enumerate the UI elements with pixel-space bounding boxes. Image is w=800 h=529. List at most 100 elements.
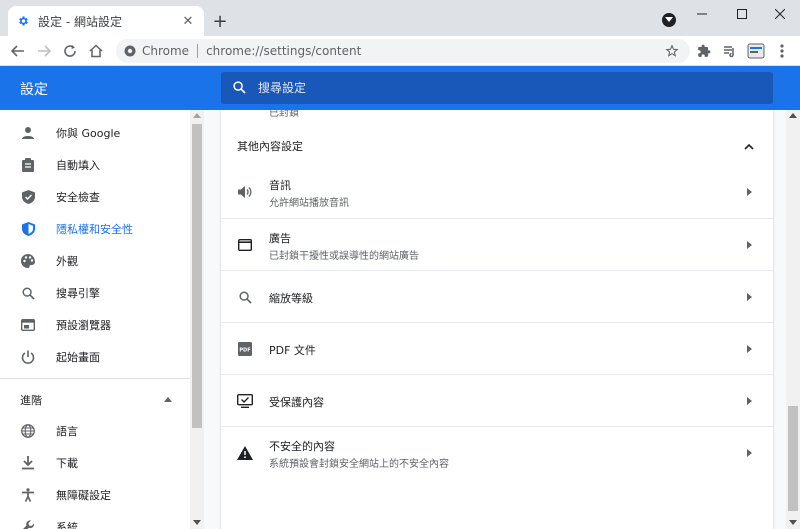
back-button[interactable] [8,41,28,61]
row-title: 縮放等級 [269,292,313,305]
sidebar-item-label: 你與 Google [56,127,121,140]
browser-toolbar: Chrome chrome://settings/content [0,36,800,66]
reading-list-icon[interactable] [720,41,740,61]
sidebar-advanced-toggle[interactable]: 進階 [0,388,190,412]
row-title: 廣告 [269,232,291,245]
main-scrollbar[interactable] [786,110,800,529]
scroll-down-arrow-icon[interactable] [789,520,797,525]
ads-window-icon [237,237,253,253]
sidebar-item-search-engine[interactable]: 搜尋引擎 [0,277,190,309]
shield-icon [20,221,36,237]
row-ads[interactable]: 廣告 已封鎖干擾性或誤導性的網站廣告 [221,218,773,270]
sidebar-item-google[interactable]: 你與 Google [0,117,190,149]
close-tab-icon[interactable]: ✕ [180,13,196,29]
person-icon [20,125,36,141]
row-protected-content[interactable]: 受保護內容 [221,374,773,426]
sidebar-item-downloads[interactable]: 下載 [0,447,190,479]
wrench-icon [20,519,36,529]
content-settings-card: 已封鎖 其他內容設定 音訊 允許網站播放音訊 廣告 已封鎖干擾性或誤導性的網站廣… [221,110,773,529]
bookmark-star-icon[interactable] [664,43,680,59]
url-text[interactable]: chrome://settings/content [206,44,361,58]
search-icon [20,285,36,301]
chrome-window: 設定 - 網站設定 ✕ + Chrome chrome://settings/c… [0,0,800,529]
sidebar-item-accessibility[interactable]: 無障礙設定 [0,479,190,511]
row-title: 不安全的內容 [269,440,335,453]
sidebar-item-label: 系統 [56,521,78,529]
row-sound[interactable]: 音訊 允許網站播放音訊 [221,166,773,218]
shield-check-icon [20,189,36,205]
clipped-text: 已封鎖 [269,110,299,119]
sidebar-item-autofill[interactable]: 自動填入 [0,149,190,181]
sidebar-item-default-browser[interactable]: 預設瀏覽器 [0,309,190,341]
additional-content-settings-header[interactable]: 其他內容設定 [221,132,773,160]
sidebar-item-privacy[interactable]: 隱私權和安全性 [0,213,190,245]
row-zoom-levels[interactable]: 縮放等級 [221,270,773,322]
caret-up-icon [164,397,172,402]
scroll-up-arrow-icon[interactable] [789,113,797,118]
sidebar-scrollbar[interactable] [190,110,204,529]
row-title: 音訊 [269,179,291,192]
sidebar-item-appearance[interactable]: 外觀 [0,245,190,277]
sidebar-item-label: 自動填入 [56,159,100,172]
globe-icon [20,423,36,439]
reload-button[interactable] [60,41,80,61]
sidebar-item-startup[interactable]: 起始畫面 [0,341,190,373]
tab-settings[interactable]: 設定 - 網站設定 ✕ [8,6,204,36]
sidebar-item-languages[interactable]: 語言 [0,415,190,447]
scroll-down-arrow-icon[interactable] [193,520,201,525]
row-title: PDF 文件 [269,344,316,357]
site-chip: Chrome [142,44,190,58]
speaker-icon [237,184,253,200]
chevron-right-icon [747,449,752,457]
row-subtitle: 允許網站播放音訊 [269,198,349,209]
sidebar-divider [0,378,190,379]
settings-sidebar: 你與 Google 自動填入 安全檢查 隱私權和安全性 外觀 搜尋引擎 預設瀏覽… [0,110,190,529]
settings-header: 設定 [0,66,800,110]
row-insecure-content[interactable]: 不安全的內容 系統預設會封鎖安全網站上的不安全內容 [221,426,773,478]
tab-title: 設定 - 網站設定 [38,14,122,29]
minimize-button[interactable] [682,0,722,28]
scroll-up-arrow-icon[interactable] [193,113,201,118]
sidebar-item-safety-check[interactable]: 安全檢查 [0,181,190,213]
chevron-right-icon [747,345,752,353]
extensions-icon[interactable] [694,41,714,61]
avatar[interactable] [746,41,766,61]
advanced-label: 進階 [20,394,42,407]
home-button[interactable] [86,41,106,61]
tab-search-icon[interactable] [662,13,676,27]
pdf-icon: PDF [237,341,253,357]
forward-button[interactable] [34,41,54,61]
protected-monitor-icon [237,393,253,409]
address-divider [197,44,199,58]
sidebar-item-system[interactable]: 系統 [0,511,190,529]
settings-main: 已封鎖 其他內容設定 音訊 允許網站播放音訊 廣告 已封鎖干擾性或誤導性的網站廣… [204,110,786,529]
row-pdf-documents[interactable]: PDF PDF 文件 [221,322,773,374]
settings-search[interactable] [221,72,773,104]
chrome-logo-icon [124,42,136,61]
address-bar[interactable]: Chrome chrome://settings/content [116,39,690,63]
chevron-right-icon [747,241,752,249]
tab-strip: 設定 - 網站設定 ✕ + [0,0,800,36]
search-input[interactable] [258,81,738,95]
sidebar-item-label: 無障礙設定 [56,489,111,502]
sidebar-scrollbar-thumb[interactable] [192,124,202,428]
sidebar-item-label: 起始畫面 [56,351,100,364]
chevron-right-icon [747,397,752,405]
chevron-right-icon [747,293,752,301]
maximize-button[interactable] [722,0,762,28]
page-title: 設定 [20,82,48,98]
close-window-button[interactable] [760,0,800,28]
accessibility-icon [20,487,36,503]
sidebar-item-label: 隱私權和安全性 [56,223,133,236]
more-menu-icon[interactable] [772,41,792,61]
sidebar-item-label: 語言 [56,425,78,438]
new-tab-button[interactable]: + [210,11,230,32]
warning-icon [237,445,253,461]
sidebar-item-label: 搜尋引擎 [56,287,100,300]
zoom-icon [237,289,253,305]
svg-text:PDF: PDF [239,347,250,353]
chevron-right-icon [747,188,752,196]
main-scrollbar-thumb[interactable] [788,406,798,511]
browser-icon [20,317,36,333]
chevron-up-icon[interactable] [743,142,755,150]
